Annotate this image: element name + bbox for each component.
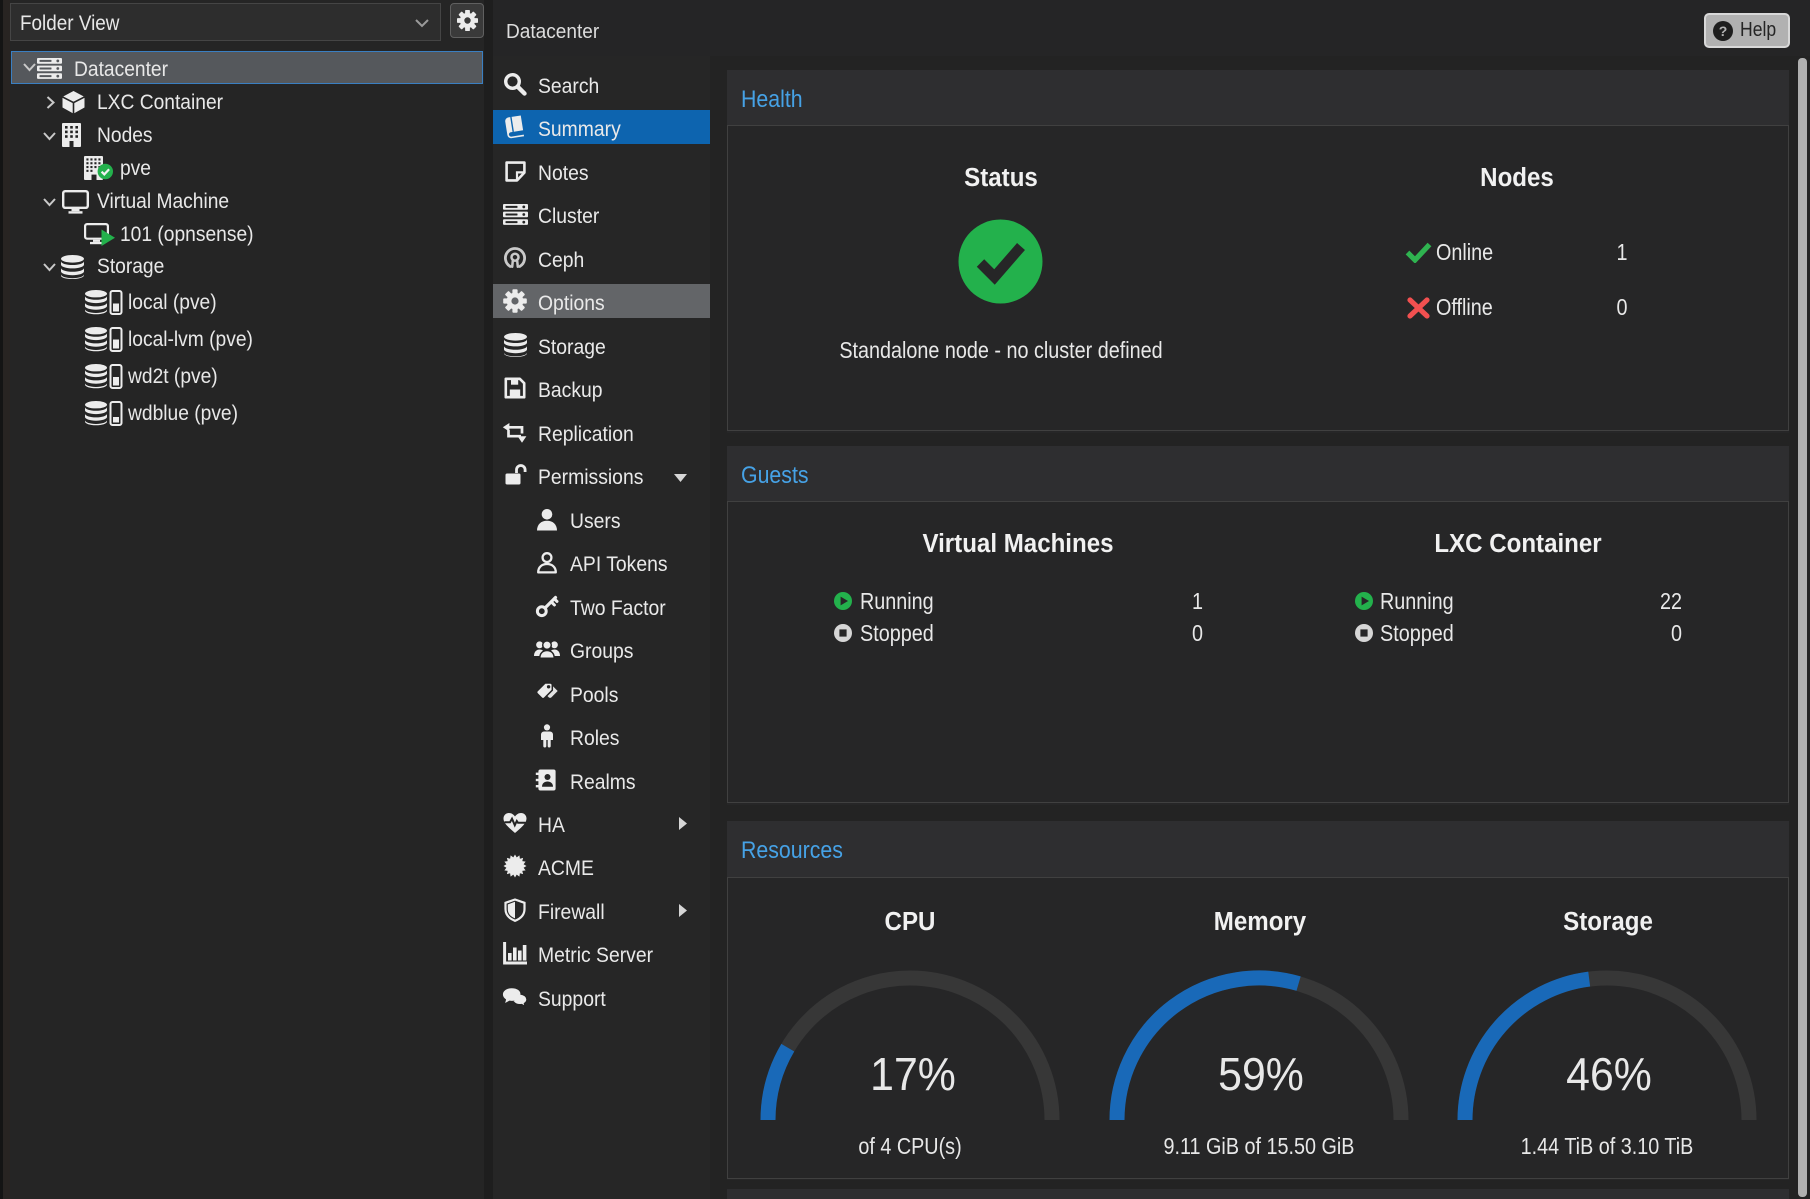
svg-text:?: ? xyxy=(1719,23,1728,39)
